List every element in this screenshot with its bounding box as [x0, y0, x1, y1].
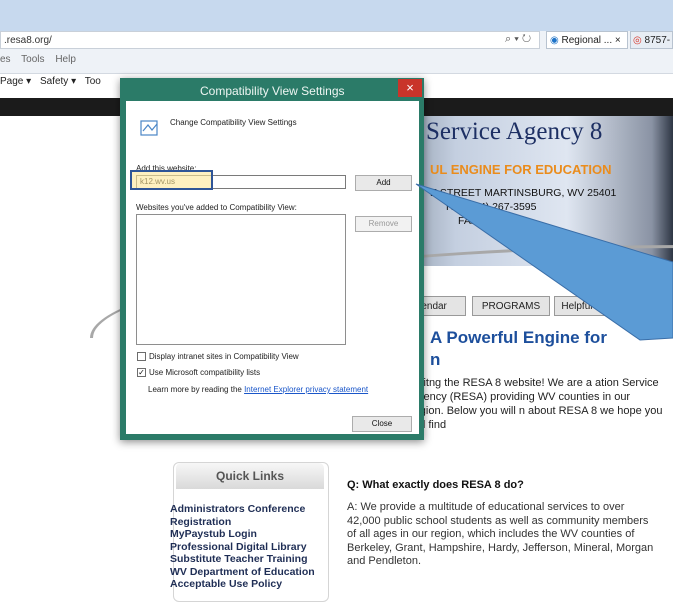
- privacy-prefix: Learn more by reading the: [148, 385, 245, 394]
- intranet-checkbox[interactable]: [137, 352, 146, 361]
- faq-question: Q: What exactly does RESA 8 do?: [347, 479, 524, 491]
- tools-menu[interactable]: Too: [85, 76, 101, 87]
- privacy-link[interactable]: Internet Explorer privacy statement: [244, 385, 368, 394]
- address-line: E STREET MARTINSBURG, WV 25401: [430, 187, 617, 199]
- phone-line: HO (304) 267-3595: [446, 201, 537, 213]
- nav-programs[interactable]: PROGRAMS: [472, 296, 550, 316]
- quick-links-title: Quick Links: [176, 463, 324, 489]
- close-button[interactable]: Close: [352, 416, 412, 432]
- dialog-heading: Change Compatibility View Settings: [170, 118, 297, 127]
- ms-lists-checkbox-label: Use Microsoft compatibility lists: [149, 368, 261, 377]
- fax-line: FAX: 267-3599: [458, 215, 529, 227]
- quick-links-list: Administrators Conference Registration M…: [170, 503, 320, 591]
- site-address: E STREET MARTINSBURG, WV 25401 HO (304) …: [430, 186, 616, 228]
- websites-list-label: Websites you've added to Compatibility V…: [136, 203, 297, 212]
- ms-lists-checkbox[interactable]: ✓: [137, 368, 146, 377]
- menu-bar: es Tools Help: [0, 54, 84, 65]
- site-subtitle: UL ENGINE FOR EDUCATION: [430, 162, 612, 177]
- quick-link[interactable]: Acceptable Use Policy: [170, 578, 320, 591]
- quick-link[interactable]: WV Department of Education: [170, 566, 320, 579]
- window-frame: [0, 0, 673, 31]
- quick-link[interactable]: Substitute Teacher Training: [170, 553, 320, 566]
- tab-icon: ◎: [633, 35, 642, 46]
- dialog-title: Compatibility View Settings: [200, 84, 345, 98]
- tab-label: Regional ... ×: [561, 35, 621, 46]
- site-headline: A Powerful Engine for n: [430, 327, 607, 371]
- menu-item-help[interactable]: Help: [55, 54, 76, 65]
- safety-menu[interactable]: Safety ▾: [40, 76, 76, 87]
- page-menu[interactable]: Page ▾: [0, 76, 31, 87]
- input-highlight: [130, 170, 213, 190]
- quick-link[interactable]: Administrators Conference Registration: [170, 503, 320, 528]
- site-title: Service Agency 8: [426, 118, 603, 145]
- tab-label: 8757-: [644, 35, 671, 46]
- intranet-checkbox-label: Display intranet sites in Compatibility …: [149, 352, 299, 361]
- menu-item-tools[interactable]: Tools: [21, 54, 44, 65]
- close-icon[interactable]: ×: [398, 79, 422, 97]
- quick-link[interactable]: Professional Digital Library: [170, 541, 320, 554]
- add-button[interactable]: Add: [355, 175, 412, 191]
- faq-answer: A: We provide a multitude of educational…: [347, 501, 654, 567]
- quick-link[interactable]: MyPaystub Login: [170, 528, 320, 541]
- menu-item-favorites[interactable]: es: [0, 54, 11, 65]
- tab-second[interactable]: ◎ 8757-: [630, 31, 673, 49]
- address-bar[interactable]: .resa8.org/: [0, 31, 540, 49]
- remove-button[interactable]: Remove: [355, 216, 412, 232]
- websites-listbox[interactable]: [136, 214, 346, 345]
- privacy-text: Learn more by reading the Internet Explo…: [148, 385, 368, 394]
- compatibility-view-icon: [140, 120, 158, 136]
- nav-helpful-links[interactable]: Helpful Links: [554, 296, 626, 316]
- ie-icon: ◉: [550, 35, 559, 46]
- tab-regional[interactable]: ◉ Regional ... ×: [546, 31, 628, 49]
- headline-line: n: [430, 350, 441, 369]
- intro-text: visitng the RESA 8 website! We are a ati…: [410, 377, 663, 431]
- command-bar: Page ▾ Safety ▾ Too: [0, 76, 107, 87]
- address-tools-icon[interactable]: ⌕ ▾ ↻: [505, 33, 531, 46]
- headline-line: A Powerful Engine for: [430, 328, 607, 347]
